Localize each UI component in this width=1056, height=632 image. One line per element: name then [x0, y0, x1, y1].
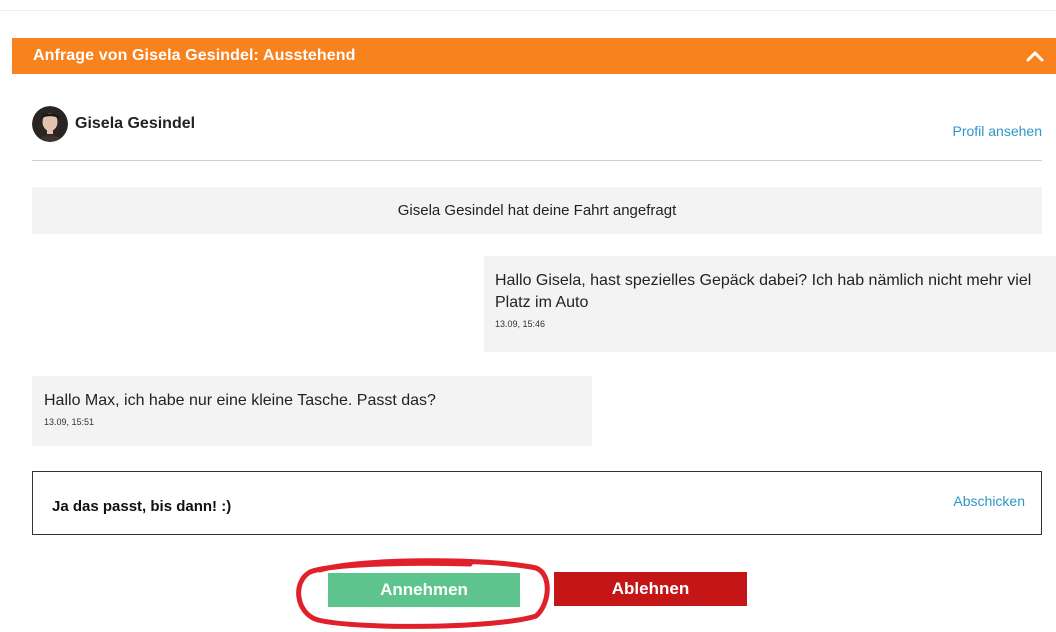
reply-box: Abschicken: [32, 471, 1042, 535]
request-title: Anfrage von Gisela Gesindel: Ausstehend: [33, 47, 356, 64]
message-outgoing: Hallo Gisela, hast spezielles Gepäck dab…: [484, 256, 1056, 352]
top-divider: [0, 10, 1056, 11]
profile-divider: [32, 160, 1042, 161]
message-timestamp: 13.09, 15:46: [495, 319, 546, 329]
avatar[interactable]: [32, 106, 68, 142]
profile-name: Gisela Gesindel: [75, 115, 196, 132]
chevron-up-icon[interactable]: [1024, 45, 1046, 67]
send-button[interactable]: Abschicken: [953, 493, 1025, 509]
profile-row: Gisela Gesindel Profil ansehen: [32, 102, 1042, 146]
request-panel-header[interactable]: Anfrage von Gisela Gesindel: Ausstehend: [12, 38, 1056, 74]
accept-button[interactable]: Annehmen: [328, 573, 520, 607]
view-profile-link[interactable]: Profil ansehen: [952, 123, 1042, 139]
message-timestamp: 13.09, 15:51: [44, 417, 95, 427]
reject-button[interactable]: Ablehnen: [554, 572, 747, 606]
reply-input[interactable]: [52, 497, 752, 515]
message-incoming: Hallo Max, ich habe nur eine kleine Tasc…: [32, 376, 592, 446]
message-text: Hallo Gisela, hast spezielles Gepäck dab…: [495, 272, 1032, 311]
system-message: Gisela Gesindel hat deine Fahrt angefrag…: [32, 187, 1042, 234]
page: Anfrage von Gisela Gesindel: Ausstehend: [0, 0, 1056, 632]
message-text: Hallo Max, ich habe nur eine kleine Tasc…: [44, 392, 436, 409]
profile-info: Gisela Gesindel: [32, 106, 195, 142]
